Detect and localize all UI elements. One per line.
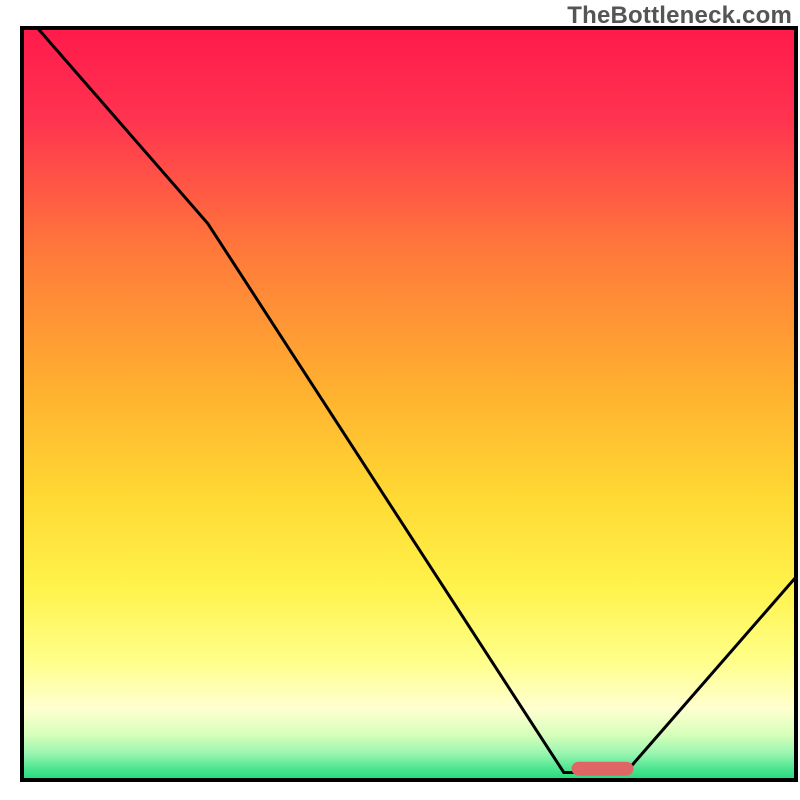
optimal-point-marker — [572, 762, 634, 776]
watermark-text: TheBottleneck.com — [567, 2, 792, 30]
gradient-background — [22, 28, 796, 780]
chart-container: TheBottleneck.com — [0, 0, 800, 800]
bottleneck-chart — [0, 0, 800, 800]
